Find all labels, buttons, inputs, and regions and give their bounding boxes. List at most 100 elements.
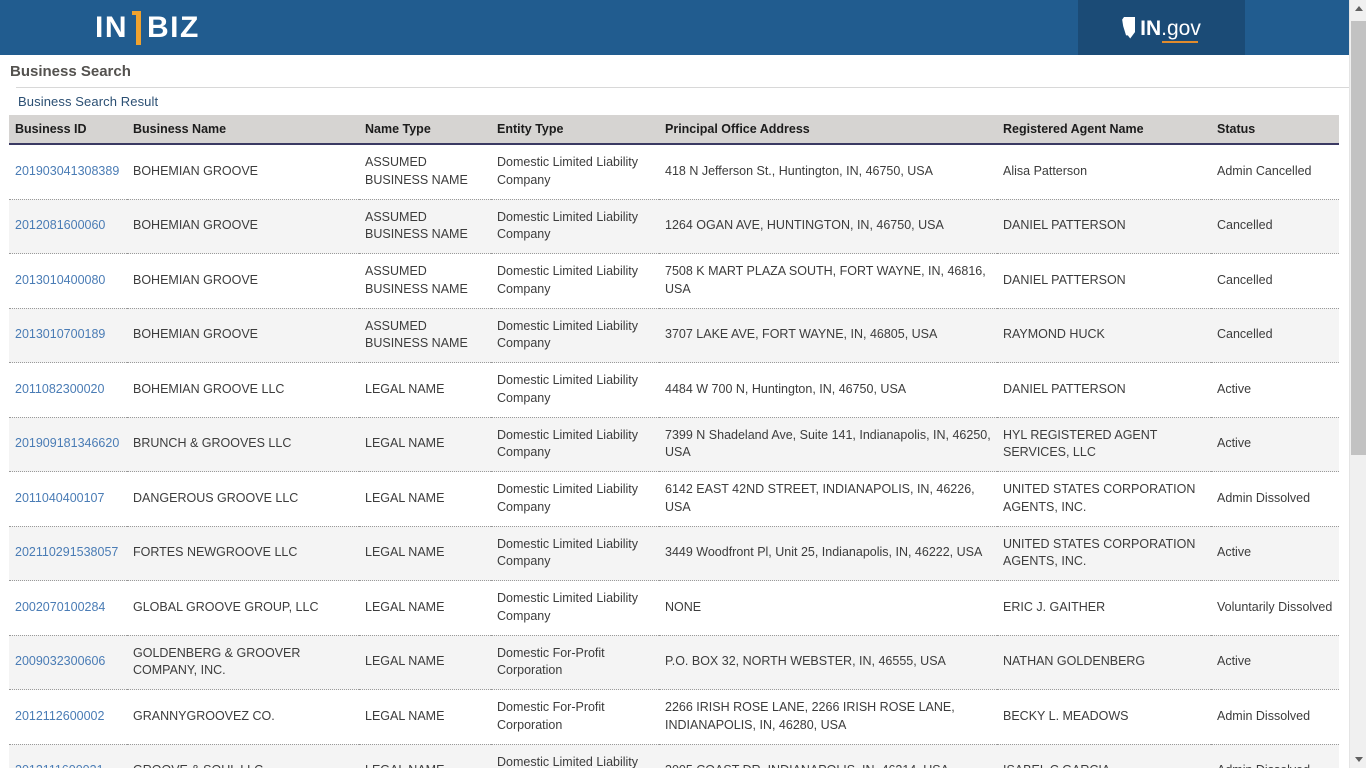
business-id-link[interactable]: 202110291538057 <box>15 545 118 559</box>
business-id-cell[interactable]: 202110291538057 <box>9 526 127 581</box>
business-id-link[interactable]: 2013010400080 <box>15 273 105 287</box>
entity-type-cell: Domestic Limited Liability Company <box>491 308 659 363</box>
business-id-link[interactable]: 2012112600002 <box>15 709 104 723</box>
business-id-link[interactable]: 2011040400107 <box>15 491 104 505</box>
entity-type-cell: Domestic For-Profit Corporation <box>491 689 659 745</box>
ingov-logo: IN.gov <box>1122 16 1201 43</box>
business-id-link[interactable]: 2012081600060 <box>15 218 105 232</box>
column-header-business-id[interactable]: Business ID <box>9 115 127 145</box>
status-cell: Active <box>1211 526 1339 581</box>
entity-type-cell: Domestic Limited Liability Company <box>491 199 659 254</box>
status-cell: Cancelled <box>1211 308 1339 363</box>
business-id-link[interactable]: 2002070100284 <box>15 600 105 614</box>
column-header-principal-office-address[interactable]: Principal Office Address <box>659 115 997 145</box>
page-root: IN BIZ IN.gov Business Search Business S… <box>0 0 1366 768</box>
column-header-name-type[interactable]: Name Type <box>359 115 491 145</box>
address-cell: 7508 K MART PLAZA SOUTH, FORT WAYNE, IN,… <box>659 253 997 309</box>
site-header-banner: IN BIZ IN.gov <box>0 0 1366 55</box>
column-header-business-name[interactable]: Business Name <box>127 115 359 145</box>
business-id-link[interactable]: 201909181346620 <box>15 436 119 450</box>
business-id-link[interactable]: 2011082300020 <box>15 382 104 396</box>
name-type-cell: LEGAL NAME <box>359 744 491 768</box>
business-id-cell[interactable]: 2012112600002 <box>9 689 127 745</box>
name-type-cell: ASSUMED BUSINESS NAME <box>359 144 491 200</box>
business-id-link[interactable]: 2012111600031 <box>15 763 104 768</box>
entity-type-cell: Domestic For-Profit Corporation <box>491 635 659 690</box>
business-name-cell: BOHEMIAN GROOVE <box>127 253 359 309</box>
business-name-cell: BRUNCH & GROOVES LLC <box>127 417 359 472</box>
business-id-cell[interactable]: 2013010400080 <box>9 253 127 309</box>
address-cell: P.O. BOX 32, NORTH WEBSTER, IN, 46555, U… <box>659 635 997 690</box>
business-name-cell: FORTES NEWGROOVE LLC <box>127 526 359 581</box>
entity-type-cell: Domestic Limited Liability Company <box>491 580 659 636</box>
ingov-logo-underline <box>1162 40 1199 43</box>
address-cell: 3707 LAKE AVE, FORT WAYNE, IN, 46805, US… <box>659 308 997 363</box>
agent-name-cell: HYL REGISTERED AGENT SERVICES, LLC <box>997 417 1211 472</box>
table-row: 2013010700189 BOHEMIAN GROOVE ASSUMED BUSI… <box>9 308 1339 363</box>
column-header-status[interactable]: Status <box>1211 115 1339 145</box>
business-id-cell[interactable]: 2009032300606 <box>9 635 127 690</box>
status-cell: Admin Dissolved <box>1211 689 1339 745</box>
entity-type-cell: Domestic Limited Liability Company <box>491 253 659 309</box>
table-row: 2002070100284 GLOBAL GROOVE GROUP, LLC LEG… <box>9 580 1339 636</box>
address-cell: 4484 W 700 N, Huntington, IN, 46750, USA <box>659 362 997 418</box>
ingov-logo-panel[interactable]: IN.gov <box>1078 0 1245 55</box>
business-id-link[interactable]: 2013010700189 <box>15 327 105 341</box>
inbiz-logo[interactable]: IN BIZ <box>95 10 200 45</box>
business-id-cell[interactable]: 2012081600060 <box>9 199 127 254</box>
status-cell: Admin Dissolved <box>1211 744 1339 768</box>
inbiz-logo-in: IN <box>95 10 128 44</box>
entity-type-cell: Domestic Limited Liability Company <box>491 417 659 472</box>
name-type-cell: LEGAL NAME <box>359 471 491 527</box>
tab-business-search-result[interactable]: Business Search Result <box>18 94 158 109</box>
results-table-container: Business ID Business Name Name Type Enti… <box>9 115 1339 768</box>
column-header-registered-agent-name[interactable]: Registered Agent Name <box>997 115 1211 145</box>
name-type-cell: ASSUMED BUSINESS NAME <box>359 253 491 309</box>
status-cell: Active <box>1211 362 1339 418</box>
vertical-scrollbar[interactable] <box>1349 0 1366 768</box>
table-body: 201903041308389 BOHEMIAN GROOVE ASSUMED BU… <box>9 144 1339 768</box>
business-search-results-table: Business ID Business Name Name Type Enti… <box>9 115 1339 768</box>
status-cell: Voluntarily Dissolved <box>1211 580 1339 636</box>
business-id-cell[interactable]: 2011040400107 <box>9 471 127 527</box>
name-type-cell: LEGAL NAME <box>359 362 491 418</box>
table-row: 2011082300020 BOHEMIAN GROOVE LLC LEGAL NA… <box>9 362 1339 418</box>
business-id-cell[interactable]: 201903041308389 <box>9 144 127 200</box>
inbiz-logo-bracket-icon <box>131 10 144 45</box>
entity-type-cell: Domestic Limited Liability Company <box>491 362 659 418</box>
tab-strip: Business Search Result <box>0 88 1366 115</box>
agent-name-cell: DANIEL PATTERSON <box>997 362 1211 418</box>
business-name-cell: GOLDENBERG & GROOVER COMPANY, INC. <box>127 635 359 690</box>
scroll-down-arrow-icon[interactable] <box>1350 751 1366 768</box>
ingov-logo-in: IN <box>1140 16 1162 40</box>
status-cell: Active <box>1211 417 1339 472</box>
table-row: 2012112600002 GRANNYGROOVEZ CO. LEGAL NAME… <box>9 689 1339 745</box>
business-id-cell[interactable]: 201909181346620 <box>9 417 127 472</box>
business-name-cell: BOHEMIAN GROOVE <box>127 144 359 200</box>
table-row: 2012111600031 GROOVE & SOUL LLCLEGAL NAME… <box>9 744 1339 768</box>
status-cell: Cancelled <box>1211 253 1339 309</box>
business-id-cell[interactable]: 2011082300020 <box>9 362 127 418</box>
business-id-link[interactable]: 2009032300606 <box>15 654 105 668</box>
agent-name-cell: UNITED STATES CORPORATION AGENTS, INC. <box>997 526 1211 581</box>
column-header-entity-type[interactable]: Entity Type <box>491 115 659 145</box>
ingov-logo-suffix: .gov <box>1161 16 1201 40</box>
business-id-cell[interactable]: 2013010700189 <box>9 308 127 363</box>
name-type-cell: LEGAL NAME <box>359 635 491 690</box>
entity-type-cell: Domestic Limited Liability Company <box>491 144 659 200</box>
address-cell: 2266 IRISH ROSE LANE, 2266 IRISH ROSE LA… <box>659 689 997 745</box>
business-id-link[interactable]: 201903041308389 <box>15 164 119 178</box>
scroll-up-arrow-icon[interactable] <box>1350 0 1366 17</box>
agent-name-cell: ISABEL C GARCIA <box>997 744 1211 768</box>
address-cell: 1264 OGAN AVE, HUNTINGTON, IN, 46750, US… <box>659 199 997 254</box>
agent-name-cell: RAYMOND HUCK <box>997 308 1211 363</box>
table-row: 2011040400107 DANGEROUS GROOVE LLC LEGAL N… <box>9 471 1339 527</box>
business-id-cell[interactable]: 2012111600031 <box>9 744 127 768</box>
address-cell: 418 N Jefferson St., Huntington, IN, 467… <box>659 144 997 200</box>
business-id-cell[interactable]: 2002070100284 <box>9 580 127 636</box>
table-row: 2012081600060 BOHEMIAN GROOVE ASSUMED BUSI… <box>9 199 1339 254</box>
scrollbar-thumb[interactable] <box>1351 21 1366 455</box>
status-cell: Admin Dissolved <box>1211 471 1339 527</box>
business-name-cell: GLOBAL GROOVE GROUP, LLC <box>127 580 359 636</box>
ingov-logo-text: IN.gov <box>1140 16 1201 43</box>
